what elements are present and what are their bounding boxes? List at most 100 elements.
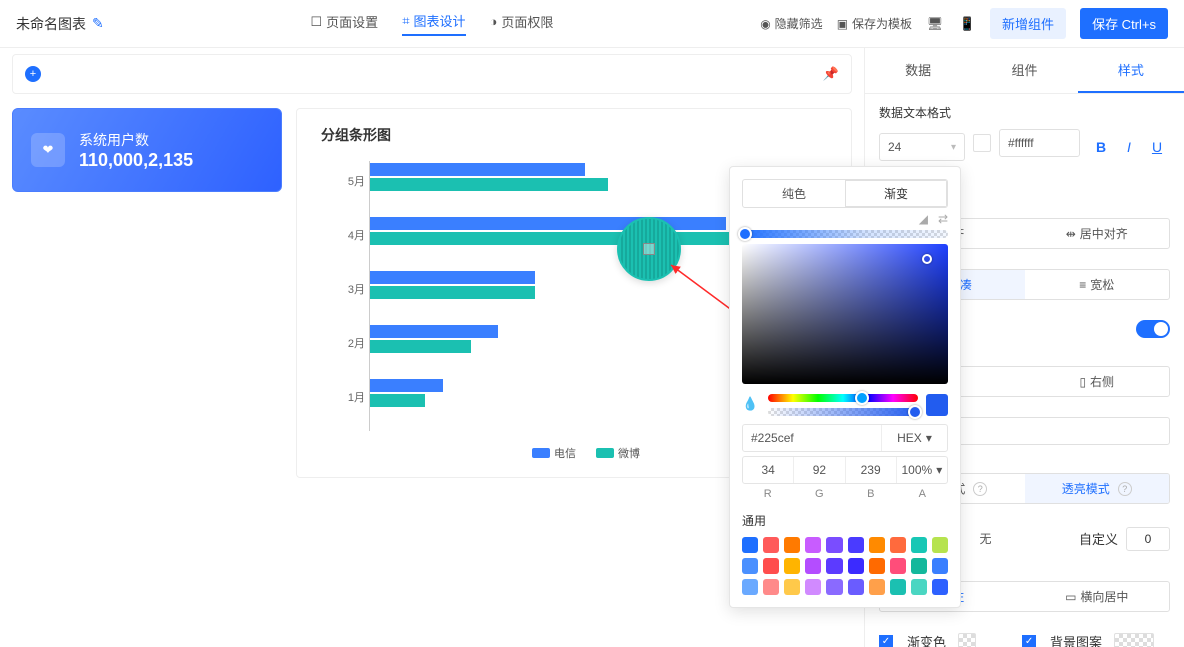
legend-item[interactable]: 电信 bbox=[532, 445, 576, 461]
hex-input[interactable]: #225cef bbox=[743, 425, 882, 451]
align-center-icon: ⇹ bbox=[1066, 227, 1076, 241]
y-tick: 1月 bbox=[348, 389, 365, 405]
saturation-cursor[interactable] bbox=[922, 254, 932, 264]
chevron-down-icon: ▾ bbox=[926, 431, 932, 445]
color-swatch[interactable] bbox=[742, 537, 758, 553]
color-swatch[interactable] bbox=[784, 558, 800, 574]
add-component-button[interactable]: 新增组件 bbox=[990, 8, 1066, 39]
gradient-checkbox[interactable]: ✓ bbox=[879, 635, 893, 647]
bar[interactable] bbox=[370, 379, 443, 392]
alpha-handle[interactable] bbox=[908, 405, 922, 419]
density-loose[interactable]: ≡宽松 bbox=[1025, 270, 1170, 299]
color-swatch[interactable] bbox=[784, 579, 800, 595]
hue-bar[interactable] bbox=[768, 394, 918, 402]
color-swatch[interactable] bbox=[890, 579, 906, 595]
color-swatch[interactable] bbox=[805, 537, 821, 553]
mobile-icon[interactable]: 📱 bbox=[958, 15, 976, 33]
a-input[interactable]: 100% ▾ bbox=[897, 457, 947, 483]
color-swatch[interactable] bbox=[805, 579, 821, 595]
color-swatch[interactable] bbox=[869, 558, 885, 574]
color-swatch[interactable] bbox=[932, 579, 948, 595]
tab-component[interactable]: 组件 bbox=[971, 48, 1077, 93]
bg-pattern-swatch[interactable] bbox=[1114, 633, 1154, 647]
pin-icon[interactable]: 📌 bbox=[823, 66, 839, 82]
hue-handle[interactable] bbox=[855, 391, 869, 405]
bold-button[interactable]: B bbox=[1088, 134, 1114, 160]
color-swatch[interactable] bbox=[742, 579, 758, 595]
bar[interactable] bbox=[370, 325, 498, 338]
font-color-swatch[interactable] bbox=[973, 134, 991, 152]
bar[interactable] bbox=[370, 340, 471, 353]
color-swatch[interactable] bbox=[890, 537, 906, 553]
canvas-empty-strip[interactable]: + 📌 bbox=[12, 54, 852, 94]
eyedropper-icon[interactable]: 💧 bbox=[742, 396, 760, 414]
g-input[interactable]: 92 bbox=[794, 457, 845, 483]
color-swatch[interactable] bbox=[763, 579, 779, 595]
kpi-card[interactable]: ❤ 系统用户数 110,000,2,135 bbox=[12, 108, 282, 192]
italic-button[interactable]: I bbox=[1116, 134, 1142, 160]
bar[interactable] bbox=[370, 178, 608, 191]
color-swatch[interactable] bbox=[826, 558, 842, 574]
color-swatch[interactable] bbox=[848, 558, 864, 574]
color-swatch[interactable] bbox=[890, 558, 906, 574]
save-button[interactable]: 保存 Ctrl+s bbox=[1080, 8, 1168, 39]
color-swatch[interactable] bbox=[742, 558, 758, 574]
cp-tab-solid[interactable]: 纯色 bbox=[743, 180, 845, 207]
transparent-mode[interactable]: 透亮模式? bbox=[1025, 474, 1170, 503]
gradient-bar[interactable] bbox=[742, 230, 948, 238]
underline-button[interactable]: U bbox=[1144, 134, 1170, 160]
bar[interactable] bbox=[370, 271, 535, 284]
angle-icon[interactable]: ◢ bbox=[919, 212, 928, 226]
tab-data[interactable]: 数据 bbox=[865, 48, 971, 93]
color-swatch[interactable] bbox=[826, 537, 842, 553]
color-swatch[interactable] bbox=[848, 579, 864, 595]
pos-right[interactable]: ▯右侧 bbox=[1025, 367, 1170, 396]
cp-tab-gradient[interactable]: 渐变 bbox=[845, 180, 947, 207]
bg-pattern-checkbox[interactable]: ✓ bbox=[1022, 635, 1036, 647]
gradient-handle[interactable] bbox=[738, 227, 752, 241]
legend-item[interactable]: 微博 bbox=[596, 445, 640, 461]
b-input[interactable]: 239 bbox=[846, 457, 897, 483]
alpha-bar[interactable] bbox=[768, 408, 918, 416]
help-icon[interactable]: ? bbox=[973, 482, 987, 496]
lbl-b: B bbox=[845, 488, 897, 500]
color-swatch[interactable] bbox=[911, 558, 927, 574]
color-swatch[interactable] bbox=[848, 537, 864, 553]
h-center[interactable]: ▭横向居中 bbox=[1025, 582, 1170, 611]
color-swatch[interactable] bbox=[869, 579, 885, 595]
desktop-icon[interactable]: 🖥 bbox=[926, 15, 944, 33]
color-swatch[interactable] bbox=[763, 558, 779, 574]
color-mode-select[interactable]: HEX ▾ bbox=[882, 425, 947, 451]
action-hide-filter[interactable]: ◉ 隐藏筛选 bbox=[760, 15, 823, 32]
nav-page-perm[interactable]: ◑ 页面权限 bbox=[490, 11, 554, 36]
color-swatch[interactable] bbox=[869, 537, 885, 553]
bar[interactable] bbox=[370, 286, 535, 299]
saturation-area[interactable] bbox=[742, 244, 948, 384]
r-input[interactable]: 34 bbox=[743, 457, 794, 483]
gradient-swatch[interactable] bbox=[958, 633, 976, 647]
color-swatch[interactable] bbox=[763, 537, 779, 553]
color-swatch[interactable] bbox=[784, 537, 800, 553]
y-tick: 4月 bbox=[348, 227, 365, 243]
add-widget-button[interactable]: + bbox=[25, 66, 41, 82]
nav-page-settings[interactable]: ☐ 页面设置 bbox=[311, 11, 379, 36]
nav-chart-design[interactable]: ⌗ 图表设计 bbox=[402, 11, 465, 36]
toggle-switch[interactable] bbox=[1136, 320, 1170, 338]
reverse-icon[interactable]: ⇄ bbox=[938, 212, 948, 226]
help-icon-2[interactable]: ? bbox=[1118, 482, 1132, 496]
action-save-template[interactable]: ▣ 保存为模板 bbox=[837, 15, 912, 32]
font-color-input[interactable]: #ffffff bbox=[999, 129, 1080, 157]
font-size-select[interactable]: 24▾ bbox=[879, 133, 965, 161]
bar[interactable] bbox=[370, 163, 585, 176]
color-swatch[interactable] bbox=[932, 558, 948, 574]
color-swatch[interactable] bbox=[911, 579, 927, 595]
custom-value-input[interactable]: 0 bbox=[1126, 527, 1170, 551]
bar[interactable] bbox=[370, 394, 425, 407]
align-center[interactable]: ⇹居中对齐 bbox=[1025, 219, 1170, 248]
color-swatch[interactable] bbox=[826, 579, 842, 595]
color-swatch[interactable] bbox=[805, 558, 821, 574]
tab-style[interactable]: 样式 bbox=[1078, 48, 1184, 93]
color-swatch[interactable] bbox=[932, 537, 948, 553]
edit-icon[interactable]: ✎ bbox=[92, 15, 104, 32]
color-swatch[interactable] bbox=[911, 537, 927, 553]
